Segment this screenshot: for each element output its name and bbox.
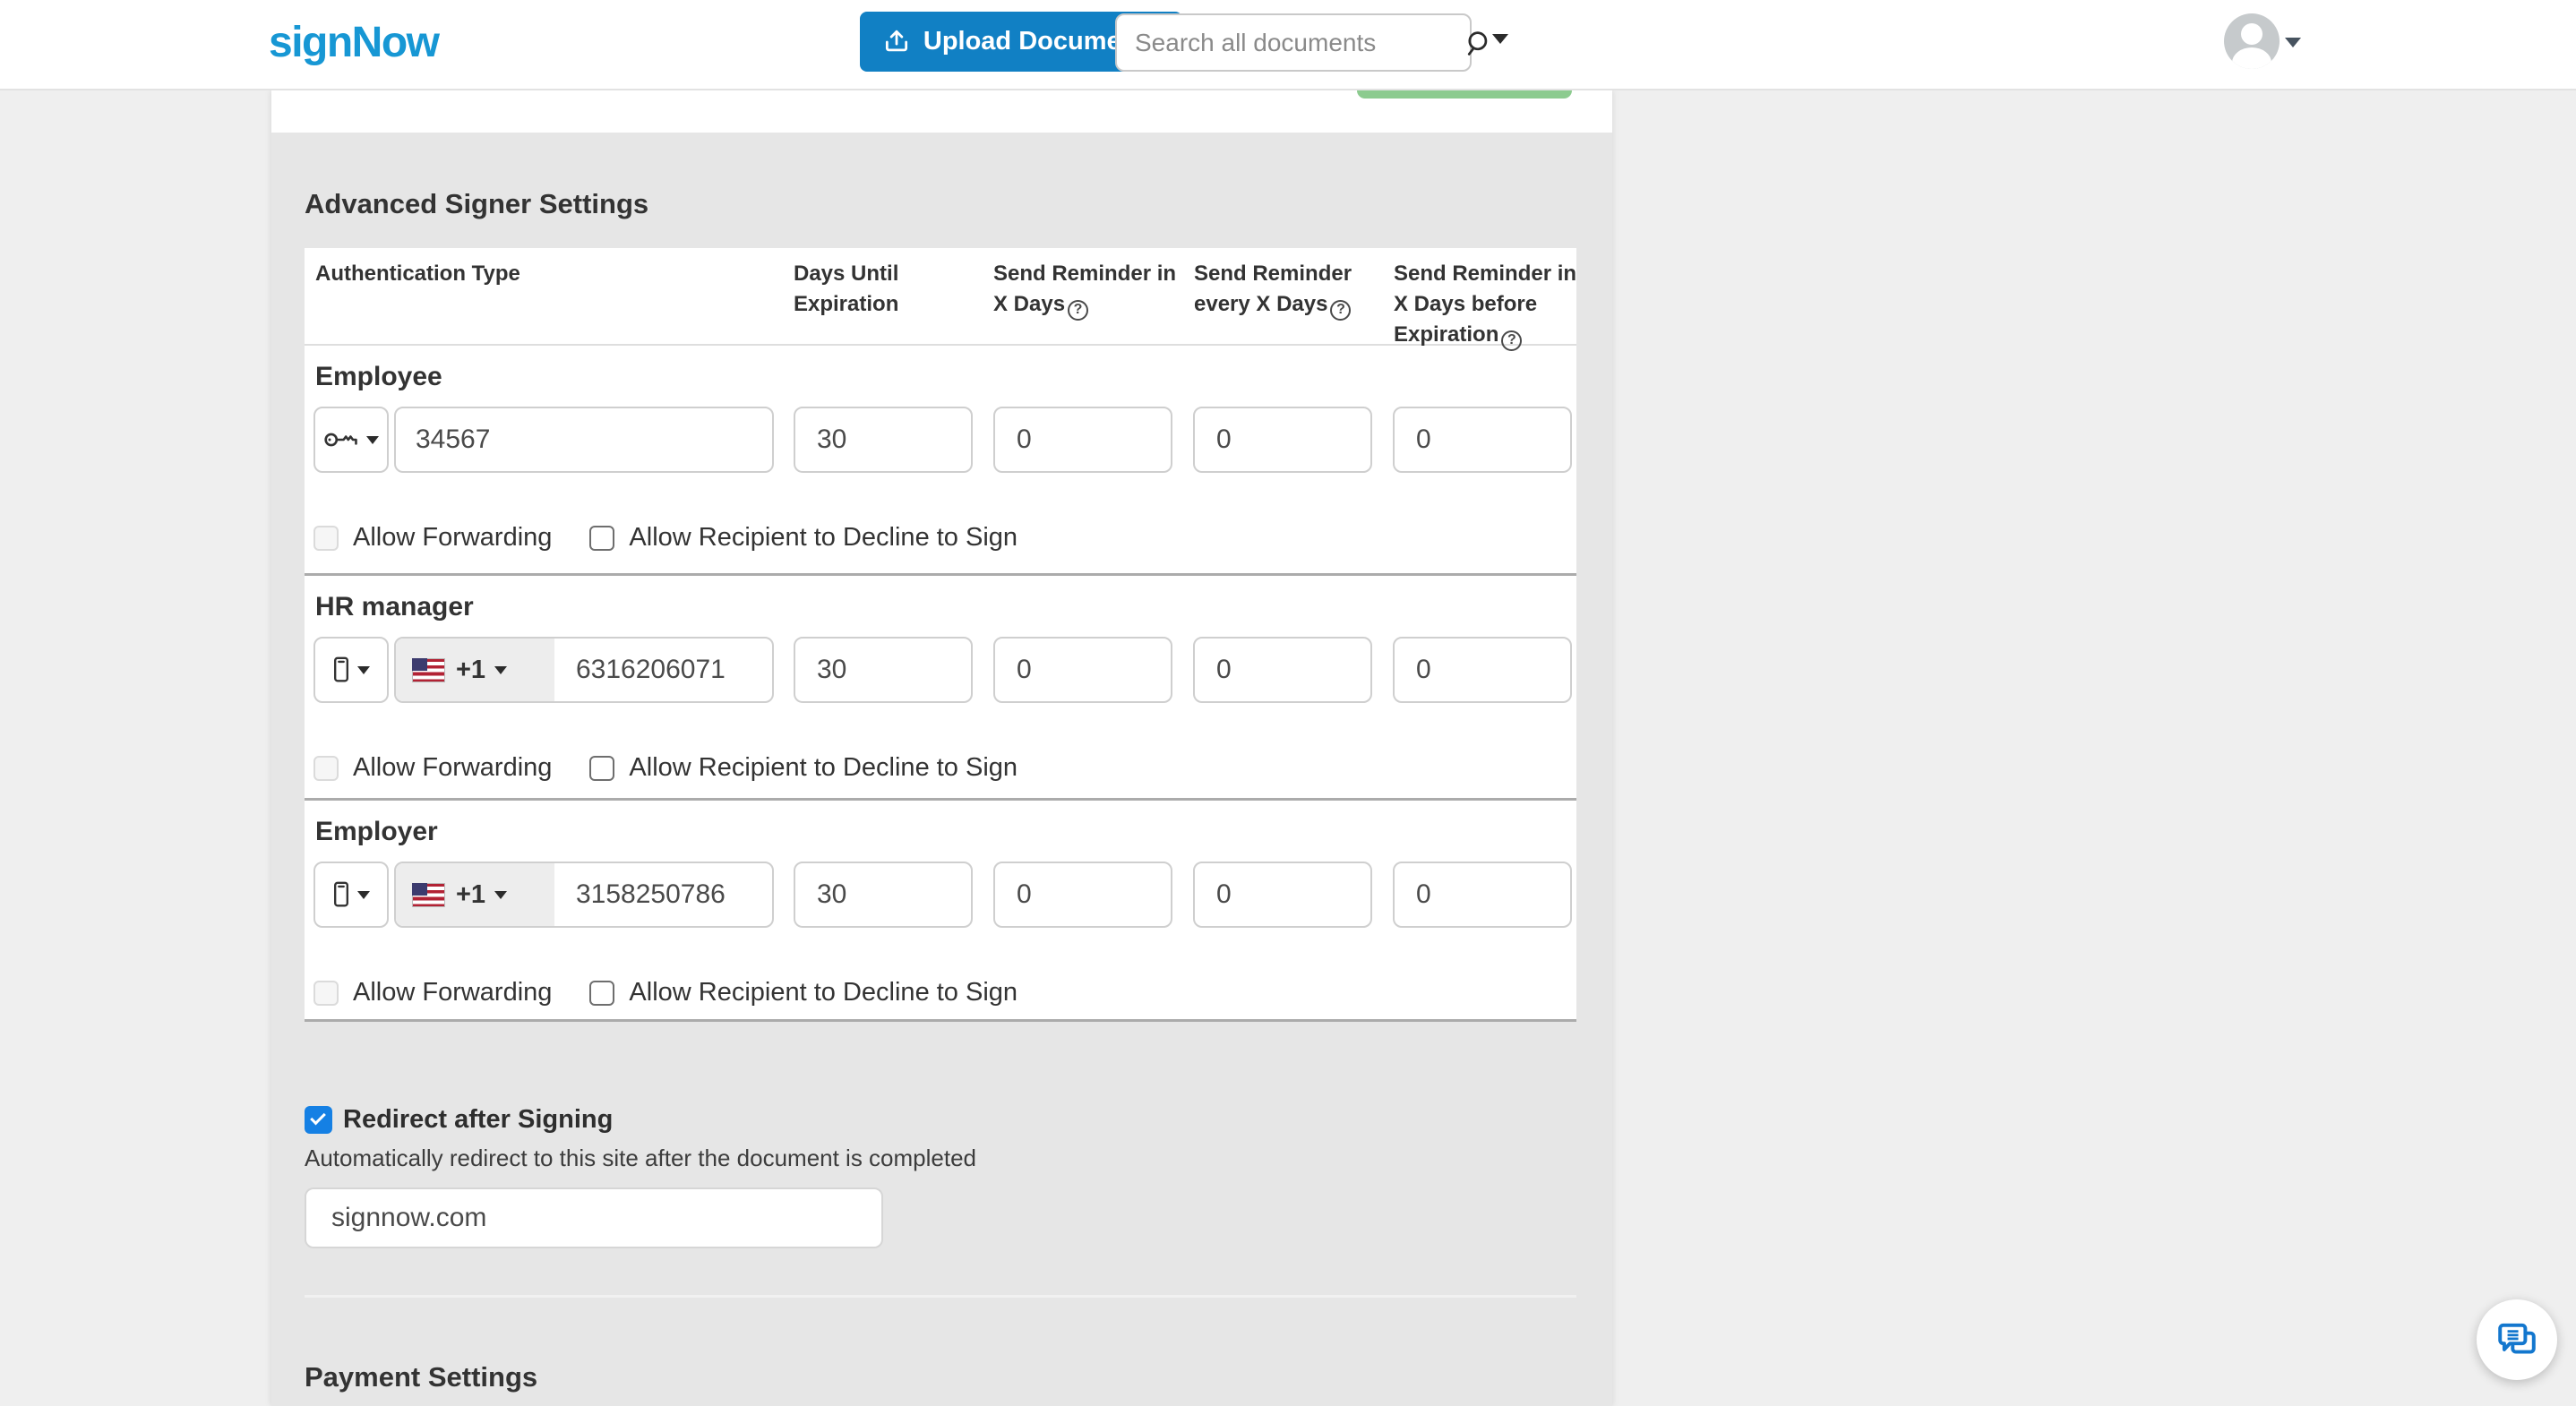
avatar[interactable] [2224,13,2280,69]
section-divider [305,1295,1576,1298]
check-icon [310,1109,326,1125]
redirect-url-input[interactable] [305,1187,883,1248]
signer-name: Employer [315,817,438,846]
country-code-dropdown[interactable]: +1 [396,863,554,926]
country-code: +1 [456,879,486,909]
help-icon[interactable]: ? [1068,299,1089,321]
allow-forwarding-label: Allow Forwarding [353,978,553,1007]
column-send-reminder-every-x-days: Send Reminder every X Days? [1194,259,1387,321]
column-send-reminder-in-x-days: Send Reminder in X Days? [993,259,1186,321]
send-reminder-in-input[interactable] [993,637,1172,703]
redirect-description: Automatically redirect to this site afte… [305,1145,977,1171]
signer-name: Employee [315,362,442,391]
send-reminder-every-input[interactable] [1193,407,1372,473]
key-icon [324,433,357,447]
allow-forwarding-label: Allow Forwarding [353,753,553,782]
help-icon[interactable]: ? [1330,299,1352,321]
signer-input-row: +1 [313,862,1572,928]
phone-number-input[interactable] [554,863,772,926]
top-header: signNow Upload Documents [0,0,2576,90]
password-value-input[interactable] [394,407,774,473]
allow-forwarding-checkbox[interactable] [313,755,339,781]
phone-number-input[interactable] [554,639,772,701]
country-code-dropdown[interactable]: +1 [396,639,554,701]
signer-section-employer: Employer +1 3158250786 30 0 0 0 Allow Fo… [305,801,1576,1022]
phone-number-input-group: +1 [394,637,774,703]
send-reminder-before-input[interactable] [1393,637,1572,703]
send-reminder-before-input[interactable] [1393,407,1572,473]
phone-icon [334,881,348,907]
signer-settings-table: Authentication Type Days Until Expiratio… [305,248,1576,1022]
phone-number-input-group: +1 [394,862,774,928]
caret-down-icon [357,665,370,674]
days-until-expiration-input[interactable] [794,407,973,473]
caret-down-icon [494,890,508,899]
redirect-after-signing-label: Redirect after Signing [343,1104,614,1134]
settings-panel: Advanced Signer Settings Authentication … [271,133,1612,1406]
phone-icon [334,656,348,682]
send-reminder-in-input[interactable] [993,407,1172,473]
live-chat-button[interactable] [2477,1299,2557,1380]
send-reminder-before-input[interactable] [1393,862,1572,928]
allow-decline-checkbox[interactable] [589,980,615,1006]
days-until-expiration-input[interactable] [794,862,973,928]
send-reminder-every-input[interactable] [1193,862,1372,928]
us-flag-icon [412,882,445,907]
signer-checkbox-row: Allow Forwarding Allow Recipient to Decl… [313,753,1018,783]
send-reminder-every-input[interactable] [1193,637,1372,703]
signnow-logo[interactable]: signNow [269,18,440,67]
redirect-after-signing-checkbox[interactable] [305,1105,332,1134]
caret-down-icon [494,665,508,674]
account-menu-caret-icon[interactable] [2285,38,2301,47]
days-until-expiration-input[interactable] [794,637,973,703]
table-header-row: Authentication Type Days Until Expiratio… [305,248,1576,351]
signer-checkbox-row: Allow Forwarding Allow Recipient to Decl… [313,523,1018,553]
signer-input-row: +1 [313,637,1572,703]
advanced-signer-settings-title: Advanced Signer Settings [305,188,649,219]
allow-decline-label: Allow Recipient to Decline to Sign [629,523,1018,552]
signer-name: HR manager [315,592,474,622]
allow-forwarding-checkbox[interactable] [313,980,339,1006]
column-days-until-expiration: Days Until Expiration [794,261,899,316]
content-column: Advanced Signer Settings Authentication … [271,90,1612,1406]
payment-settings-title: Payment Settings [305,1361,538,1393]
allow-decline-checkbox[interactable] [589,755,615,781]
save-button[interactable] [1357,90,1572,99]
search-input[interactable] [1117,28,1464,57]
allow-forwarding-checkbox[interactable] [313,525,339,551]
caret-down-icon [357,890,370,899]
signer-checkbox-row: Allow Forwarding Allow Recipient to Decl… [313,978,1018,1007]
chat-icon [2498,1323,2536,1354]
signer-section-employee: Employee 34567 30 0 0 0 Allow Forwarding… [305,346,1576,576]
allow-decline-label: Allow Recipient to Decline to Sign [629,978,1018,1007]
auth-type-dropdown[interactable] [313,637,389,703]
caret-down-icon [366,435,379,444]
auth-type-dropdown[interactable] [313,407,389,473]
us-flag-icon [412,657,445,682]
avatar-person-icon [2241,23,2263,45]
search-options-caret-icon[interactable] [1492,34,1508,44]
allow-forwarding-label: Allow Forwarding [353,523,553,552]
upload-icon [885,30,907,51]
redirect-after-signing-section: Redirect after Signing Automatically red… [305,1103,1021,1248]
allow-decline-label: Allow Recipient to Decline to Sign [629,753,1018,782]
country-code: +1 [456,655,486,684]
signer-section-hr-manager: HR manager +1 6316206071 30 0 0 0 Allow … [305,576,1576,801]
search-box [1115,13,1488,72]
auth-type-dropdown[interactable] [313,862,389,928]
signer-input-row [313,407,1572,473]
column-authentication-type: Authentication Type [315,261,520,286]
column-send-reminder-before-expiration: Send Reminder in X Days before Expiratio… [1394,259,1586,351]
allow-decline-checkbox[interactable] [589,525,615,551]
search-icon[interactable] [1464,28,1494,58]
send-reminder-in-input[interactable] [993,862,1172,928]
